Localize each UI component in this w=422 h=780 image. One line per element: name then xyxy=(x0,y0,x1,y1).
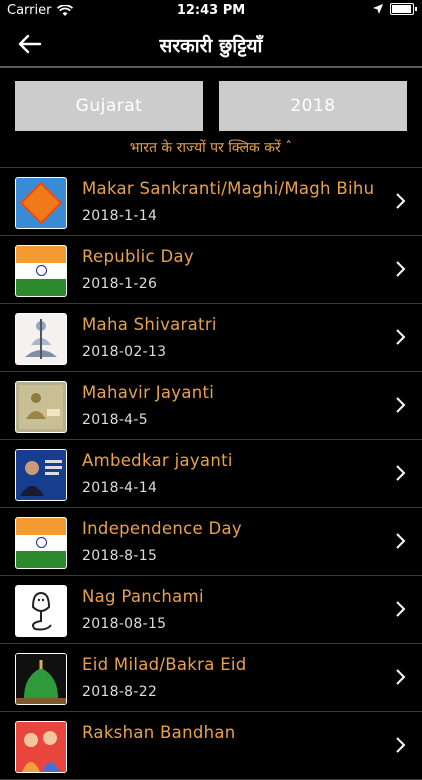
battery-icon xyxy=(390,3,417,15)
list-item[interactable]: Nag Panchami 2018-08-15 xyxy=(0,576,422,644)
status-bar: Carrier 12:43 PM xyxy=(0,0,422,22)
list-item[interactable]: Independence Day 2018-8-15 xyxy=(0,508,422,576)
chevron-right-icon xyxy=(396,669,406,685)
list-item[interactable]: Maha Shivaratri 2018-02-13 xyxy=(0,304,422,372)
holiday-title: Ambedkar jayanti xyxy=(82,451,233,470)
mosque-icon xyxy=(15,653,67,705)
holiday-title: Mahavir Jayanti xyxy=(82,383,215,402)
chevron-right-icon xyxy=(396,601,406,617)
holiday-title: Republic Day xyxy=(82,247,194,266)
location-arrow-icon xyxy=(373,4,383,14)
list-item[interactable]: Mahavir Jayanti 2018-4-5 xyxy=(0,372,422,440)
ambedkar-icon xyxy=(15,449,67,501)
chevron-right-icon xyxy=(396,533,406,549)
holiday-date: 2018-02-13 xyxy=(82,344,167,360)
state-select-button[interactable]: Gujarat xyxy=(15,81,203,131)
holiday-date: 2018-4-14 xyxy=(82,480,158,496)
nav-bar: सरकारी छुट्टियाँ xyxy=(0,22,422,68)
holiday-date: 2018-1-26 xyxy=(82,276,158,292)
holiday-date: 2018-1-14 xyxy=(82,208,158,224)
holiday-title: Maha Shivaratri xyxy=(82,315,217,334)
state-hint-text: भारत के राज्यों पर क्लिक करें ˆ xyxy=(129,140,293,156)
list-item[interactable]: Makar Sankranti/Maghi/Magh Bihu 2018-1-1… xyxy=(0,168,422,236)
list-item[interactable]: Rakshan Bandhan xyxy=(0,712,422,780)
kite-icon xyxy=(15,177,67,229)
year-select-button[interactable]: 2018 xyxy=(219,81,407,131)
holiday-list: Makar Sankranti/Maghi/Magh Bihu 2018-1-1… xyxy=(0,167,422,780)
holiday-date: 2018-08-15 xyxy=(82,616,167,632)
cobra-icon xyxy=(15,585,67,637)
chevron-right-icon xyxy=(396,329,406,345)
list-item[interactable]: Ambedkar jayanti 2018-4-14 xyxy=(0,440,422,508)
holiday-title: Eid Milad/Bakra Eid xyxy=(82,655,247,674)
holiday-title: Independence Day xyxy=(82,519,242,538)
shiva-icon xyxy=(15,313,67,365)
holiday-date: 2018-8-22 xyxy=(82,684,158,700)
holiday-title: Makar Sankranti/Maghi/Magh Bihu xyxy=(82,179,375,198)
chevron-right-icon xyxy=(396,261,406,277)
holiday-date: 2018-4-5 xyxy=(82,412,148,428)
chevron-right-icon xyxy=(396,737,406,753)
mahavir-icon xyxy=(15,381,67,433)
chevron-right-icon xyxy=(396,397,406,413)
list-item[interactable]: Republic Day 2018-1-26 xyxy=(0,236,422,304)
page-title: सरकारी छुट्टियाँ xyxy=(159,35,263,57)
chevron-right-icon xyxy=(396,465,406,481)
list-item[interactable]: Eid Milad/Bakra Eid 2018-8-22 xyxy=(0,644,422,712)
india-flag-icon xyxy=(15,517,67,569)
selector-row: Gujarat 2018 xyxy=(15,81,407,131)
chevron-right-icon xyxy=(396,193,406,209)
holiday-date: 2018-8-15 xyxy=(82,548,158,564)
clock: 12:43 PM xyxy=(176,3,246,18)
india-flag-icon xyxy=(15,245,67,297)
holiday-title: Nag Panchami xyxy=(82,587,204,606)
status-right xyxy=(373,3,417,15)
holiday-title: Rakshan Bandhan xyxy=(82,723,236,742)
rakhi-icon xyxy=(15,721,67,773)
